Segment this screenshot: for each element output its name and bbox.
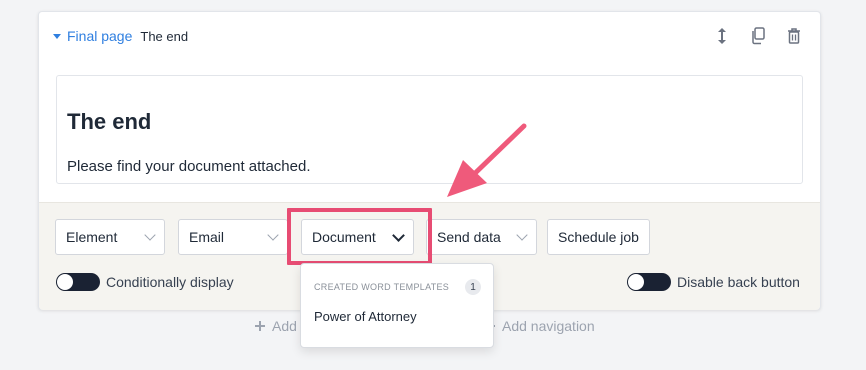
caret-down-icon[interactable]	[53, 34, 61, 39]
element-select-label: Element	[66, 229, 118, 245]
dropdown-count-badge: 1	[465, 279, 481, 295]
schedule-job-button[interactable]: Schedule job	[547, 219, 650, 255]
preview-body: Please find your document attached.	[67, 158, 311, 175]
duplicate-icon[interactable]	[748, 26, 768, 46]
disable-back-button-label: Disable back button	[677, 274, 800, 290]
send-data-select[interactable]: Send data	[426, 219, 537, 255]
email-select[interactable]: Email	[178, 219, 288, 255]
add-navigation-label: Add navigation	[502, 318, 595, 334]
page-preview[interactable]: The end Please find your document attach…	[56, 75, 803, 184]
page-header[interactable]: Final page The end	[53, 28, 188, 44]
add-label: Add	[272, 318, 297, 334]
conditionally-display-toggle[interactable]	[56, 273, 100, 291]
chevron-down-icon	[267, 229, 279, 241]
send-data-select-label: Send data	[437, 229, 501, 245]
add-navigation-button[interactable]: Add navigation	[484, 318, 595, 334]
header-actions	[712, 26, 804, 46]
dropdown-item-power-of-attorney[interactable]: Power of Attorney	[314, 309, 417, 324]
document-dropdown-menu: CREATED WORD TEMPLATES 1 Power of Attorn…	[300, 263, 494, 348]
dropdown-section-label: CREATED WORD TEMPLATES	[314, 282, 450, 292]
page-type-label[interactable]: Final page	[67, 28, 132, 44]
trash-icon[interactable]	[784, 26, 804, 46]
page-name: The end	[140, 28, 189, 44]
element-select[interactable]: Element	[55, 219, 165, 255]
chevron-down-icon	[516, 229, 528, 241]
add-button[interactable]: Add	[254, 318, 297, 334]
preview-title: The end	[67, 109, 152, 134]
plus-icon	[255, 321, 265, 331]
email-select-label: Email	[189, 229, 225, 245]
conditionally-display-label: Conditionally display	[106, 274, 234, 290]
disable-back-button-toggle[interactable]	[627, 273, 671, 291]
conditionally-display-row: Conditionally display	[56, 273, 234, 291]
highlight-box	[287, 208, 432, 265]
chevron-down-icon	[144, 229, 156, 241]
schedule-job-label: Schedule job	[558, 229, 639, 245]
disable-back-button-row: Disable back button	[627, 273, 800, 291]
reorder-icon[interactable]	[712, 26, 732, 46]
